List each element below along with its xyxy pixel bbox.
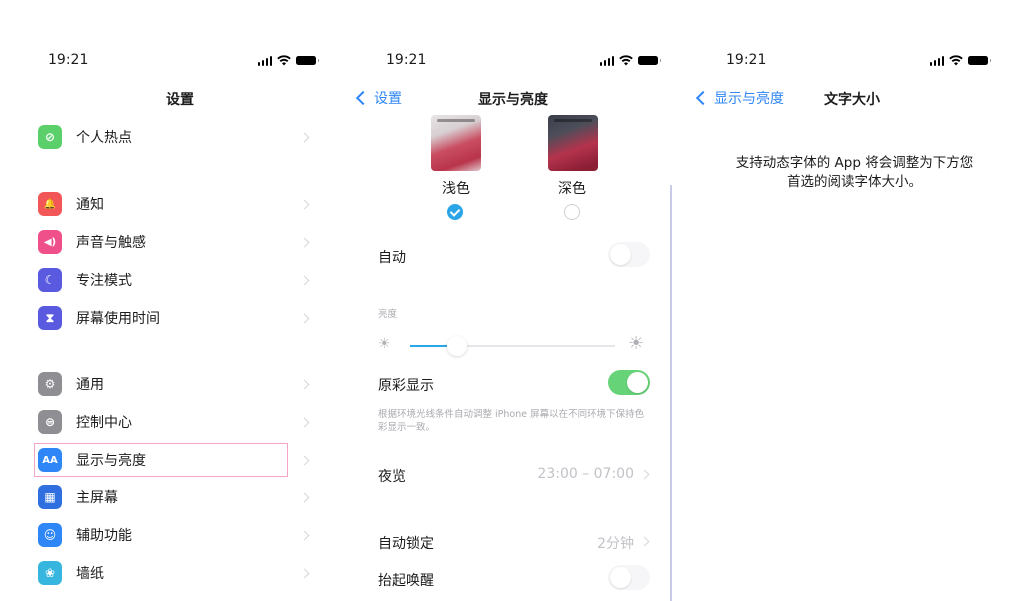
truetone-toggle[interactable] <box>608 370 650 395</box>
wifi-icon <box>277 55 291 66</box>
chevron-right-icon <box>299 313 310 323</box>
gear-icon: ⚙ <box>38 372 62 396</box>
settings-item-label: 通知 <box>76 197 104 213</box>
battery-icon <box>638 56 661 65</box>
sound-icon: ◀) <box>38 230 62 254</box>
settings-item-label: 辅助功能 <box>76 528 132 544</box>
brightness-slider[interactable] <box>410 336 615 356</box>
hotspot-icon: ⊘ <box>38 125 62 149</box>
moon-icon: ☾ <box>38 268 62 292</box>
page-title: 设置 <box>166 92 194 108</box>
wifi-icon <box>619 55 633 66</box>
hourglass-icon: ⧗ <box>38 306 62 330</box>
nightshift-value: 23:00 – 07:00 <box>537 466 634 482</box>
brightness-header: 亮度 <box>378 309 398 320</box>
raise-to-wake-label: 抬起唤醒 <box>378 573 434 589</box>
battery-icon <box>296 56 319 65</box>
sun-small-icon: ☀ <box>378 336 391 352</box>
settings-item-label: 主屏幕 <box>76 490 118 506</box>
chevron-left-icon <box>355 90 371 106</box>
chevron-left-icon <box>695 90 711 106</box>
nightshift-label: 夜览 <box>378 469 406 485</box>
status-bar: 19:21 <box>352 52 672 72</box>
brightness-fill <box>410 345 447 347</box>
text-size-screen: 19:21 显示与亮度 文字大小 支持动态字体的 App 将会调整为下方您 首选… <box>692 0 1002 601</box>
back-button[interactable]: 设置 <box>355 88 402 108</box>
brightness-knob[interactable] <box>446 336 467 356</box>
chevron-right-icon <box>299 379 310 389</box>
dark-mode-label: 深色 <box>558 181 586 197</box>
truetone-label: 原彩显示 <box>378 378 434 394</box>
scrollbar[interactable] <box>670 185 672 601</box>
back-button[interactable]: 显示与亮度 <box>695 88 784 108</box>
settings-item-9[interactable]: ☺ 辅助功能 <box>30 516 330 554</box>
autolock-value: 2分钟 <box>597 536 634 552</box>
settings-item-label: 声音与触感 <box>76 235 146 251</box>
chevron-right-icon <box>299 492 310 502</box>
light-mode-radio[interactable] <box>447 204 463 220</box>
notification-icon: 🔔 <box>38 192 62 216</box>
settings-item-5[interactable]: ⚙ 通用 <box>30 365 330 403</box>
wifi-icon <box>949 55 963 66</box>
raise-to-wake-toggle[interactable] <box>608 565 650 590</box>
display-brightness-screen: 19:21 设置 显示与亮度 浅色 深色 自动 亮度 ☀ ☀ 原彩显示 根据环境… <box>352 0 672 601</box>
sun-large-icon: ☀ <box>628 333 645 354</box>
chevron-right-icon <box>299 530 310 540</box>
signal-icon <box>929 55 944 66</box>
light-mode-label: 浅色 <box>442 181 470 197</box>
settings-item-label: 通用 <box>76 377 104 393</box>
chevron-right-icon <box>299 568 310 578</box>
settings-item-label: 控制中心 <box>76 415 132 431</box>
chevron-right-icon <box>299 199 310 209</box>
battery-icon <box>968 56 991 65</box>
settings-item-3[interactable]: ☾ 专注模式 <box>30 261 330 299</box>
signal-icon <box>257 55 272 66</box>
chevron-right-icon <box>639 536 650 547</box>
dark-mode-radio[interactable] <box>564 204 580 220</box>
truetone-description: 根据环境光线条件自动调整 iPhone 屏幕以在不同环境下保持色彩显示一致。 <box>378 409 645 433</box>
status-bar: 19:21 <box>692 52 1002 72</box>
status-time: 19:21 <box>726 52 767 68</box>
status-bar: 19:21 <box>30 52 330 72</box>
status-time: 19:21 <box>386 52 427 68</box>
home-screen-icon: ▦ <box>38 485 62 509</box>
page-title: 显示与亮度 <box>478 92 548 108</box>
settings-item-label: 屏幕使用时间 <box>76 311 160 327</box>
chevron-right-icon <box>299 237 310 247</box>
settings-item-label: 专注模式 <box>76 273 132 289</box>
settings-item-8[interactable]: ▦ 主屏幕 <box>30 478 330 516</box>
text-size-description: 支持动态字体的 App 将会调整为下方您 首选的阅读字体大小。 <box>735 155 974 190</box>
dark-mode-preview[interactable] <box>548 115 598 171</box>
autolock-label: 自动锁定 <box>378 536 434 552</box>
screenshot: 19:21 设置 ⊘ 个人热点 🔔 通知 ◀) 声音与触感 ☾ 专注模式 ⧗ 屏幕使用时间 ⚙ 通用 ⊜… <box>0 0 1025 601</box>
settings-screen: 19:21 设置 ⊘ 个人热点 🔔 通知 ◀) 声音与触感 ☾ 专注模式 ⧗ 屏幕使用时间 ⚙ 通用 ⊜… <box>30 0 330 601</box>
chevron-right-icon <box>299 275 310 285</box>
settings-item-6[interactable]: ⊜ 控制中心 <box>30 403 330 441</box>
settings-item-label: 墙纸 <box>76 566 104 582</box>
auto-label: 自动 <box>378 250 406 266</box>
wallpaper-icon: ❀ <box>38 561 62 585</box>
settings-item-label: 个人热点 <box>76 130 132 146</box>
settings-item-10[interactable]: ❀ 墙纸 <box>30 554 330 592</box>
settings-item-1[interactable]: 🔔 通知 <box>30 185 330 223</box>
status-time: 19:21 <box>48 52 89 68</box>
settings-item-4[interactable]: ⧗ 屏幕使用时间 <box>30 299 330 337</box>
toggles-icon: ⊜ <box>38 410 62 434</box>
chevron-right-icon <box>299 132 310 142</box>
signal-icon <box>599 55 614 66</box>
light-mode-preview[interactable] <box>431 115 481 171</box>
settings-item-0[interactable]: ⊘ 个人热点 <box>30 118 330 156</box>
chevron-right-icon <box>299 417 310 427</box>
settings-item-2[interactable]: ◀) 声音与触感 <box>30 223 330 261</box>
page-title: 文字大小 <box>824 92 880 108</box>
accessibility-icon: ☺ <box>38 523 62 547</box>
selection-highlight <box>34 443 288 477</box>
chevron-right-icon <box>639 469 650 480</box>
chevron-right-icon <box>299 455 310 465</box>
auto-toggle[interactable] <box>608 242 650 267</box>
